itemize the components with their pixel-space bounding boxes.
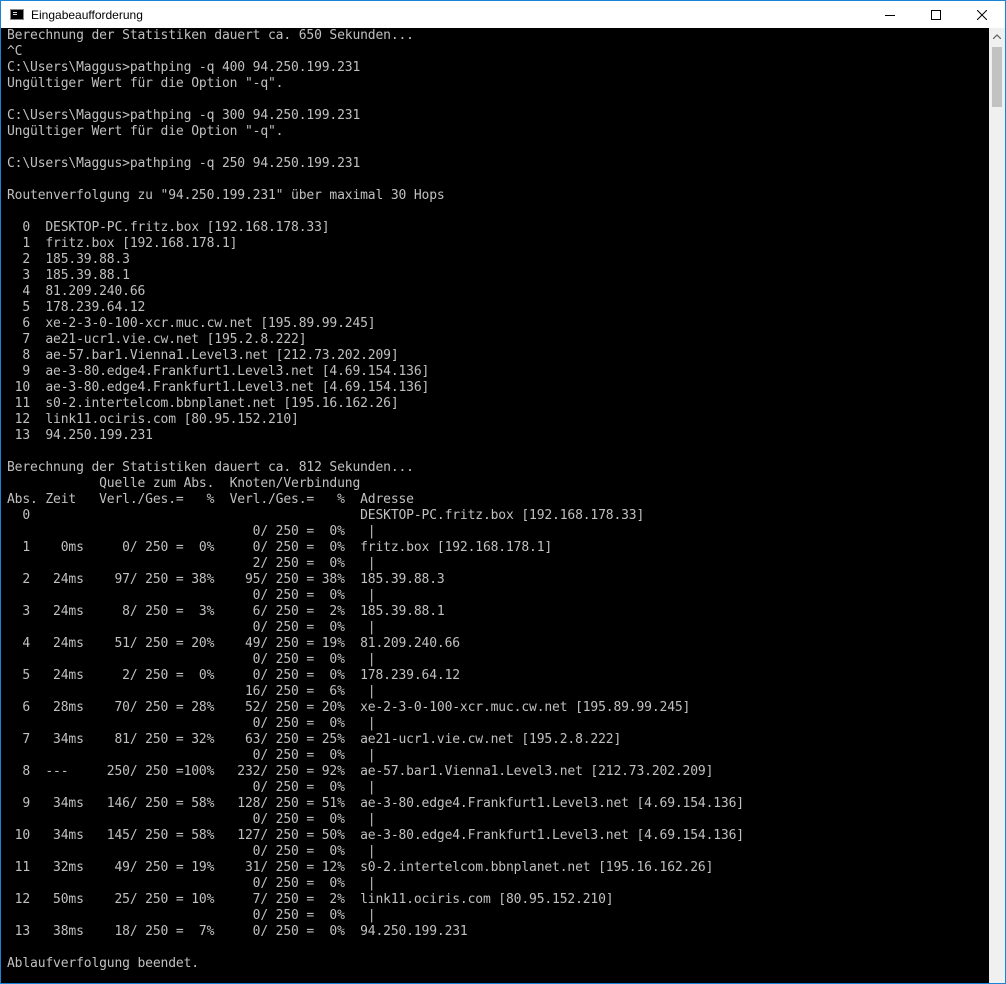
console-line: Ungültiger Wert für die Option "-q". xyxy=(7,124,284,139)
console-line: 5 24ms 2/ 250 = 0% 0/ 250 = 0% 178.239.6… xyxy=(7,668,460,683)
console-line: 11 s0-2.intertelcom.bbnplanet.net [195.1… xyxy=(7,396,399,411)
console-line: ^C xyxy=(7,44,23,59)
maximize-icon xyxy=(931,9,941,20)
window-title: Eingabeaufforderung xyxy=(31,7,143,22)
console-output[interactable]: Berechnung der Statistiken dauert ca. 65… xyxy=(1,28,989,983)
console-line: 0/ 250 = 0% | xyxy=(7,716,376,731)
close-icon xyxy=(977,9,987,20)
console-line: C:\Users\Maggus>pathping -q 250 94.250.1… xyxy=(7,156,361,171)
maximize-button[interactable] xyxy=(913,1,959,28)
console-line: 2 185.39.88.3 xyxy=(7,252,130,267)
console-line: 9 ae-3-80.edge4.Frankfurt1.Level3.net [4… xyxy=(7,364,430,379)
console-line: Quelle zum Abs. Knoten/Verbindung xyxy=(7,476,361,491)
console-line: 12 link11.ociris.com [80.95.152.210] xyxy=(7,412,299,427)
console-line: Ungültiger Wert für die Option "-q". xyxy=(7,76,284,91)
console-line: 6 xe-2-3-0-100-xcr.muc.cw.net [195.89.99… xyxy=(7,316,376,331)
console-line: 6 28ms 70/ 250 = 28% 52/ 250 = 20% xe-2-… xyxy=(7,700,691,715)
console-line: 0/ 250 = 0% | xyxy=(7,908,376,923)
console-line: Berechnung der Statistiken dauert ca. 81… xyxy=(7,460,414,475)
console-line: 5 178.239.64.12 xyxy=(7,300,146,315)
console-line: 13 38ms 18/ 250 = 7% 0/ 250 = 0% 94.250.… xyxy=(7,924,468,939)
console-line: 0/ 250 = 0% | xyxy=(7,588,376,603)
console-line: 0/ 250 = 0% | xyxy=(7,748,376,763)
console-line: 0/ 250 = 0% | xyxy=(7,652,376,667)
console-line: 1 fritz.box [192.168.178.1] xyxy=(7,236,238,251)
console-line: C:\Users\Maggus>pathping -q 400 94.250.1… xyxy=(7,60,361,75)
console-line: 7 34ms 81/ 250 = 32% 63/ 250 = 25% ae21-… xyxy=(7,732,622,747)
console-line: 4 81.209.240.66 xyxy=(7,284,146,299)
console-line: Berechnung der Statistiken dauert ca. 65… xyxy=(7,28,414,43)
title-bar[interactable]: Eingabeaufforderung xyxy=(1,1,1005,28)
vertical-scrollbar[interactable] xyxy=(989,28,1005,983)
console-line: Ablaufverfolgung beendet. xyxy=(7,956,199,971)
console-line: 13 94.250.199.231 xyxy=(7,428,153,443)
console-line: 0 DESKTOP-PC.fritz.box [192.168.178.33] xyxy=(7,508,645,523)
console-line: 0/ 250 = 0% | xyxy=(7,524,376,539)
console-line: 8 ae-57.bar1.Vienna1.Level3.net [212.73.… xyxy=(7,348,399,363)
console-line: 2/ 250 = 0% | xyxy=(7,556,376,571)
console-line: Abs. Zeit Verl./Ges.= % Verl./Ges.= % Ad… xyxy=(7,492,414,507)
console-line: 0/ 250 = 0% | xyxy=(7,844,376,859)
command-prompt-window: Eingabeaufforderung Berechnung der Stati… xyxy=(0,0,1006,984)
console-line: 3 24ms 8/ 250 = 3% 6/ 250 = 2% 185.39.88… xyxy=(7,604,445,619)
close-button[interactable] xyxy=(959,1,1005,28)
console-line: 4 24ms 51/ 250 = 20% 49/ 250 = 19% 81.20… xyxy=(7,636,460,651)
console-line: 3 185.39.88.1 xyxy=(7,268,130,283)
console-line: 2 24ms 97/ 250 = 38% 95/ 250 = 38% 185.3… xyxy=(7,572,445,587)
cmd-icon xyxy=(10,9,24,20)
console-line: 8 --- 250/ 250 =100% 232/ 250 = 92% ae-5… xyxy=(7,764,714,779)
scroll-thumb[interactable] xyxy=(992,47,1002,107)
console-line: 11 32ms 49/ 250 = 19% 31/ 250 = 12% s0-2… xyxy=(7,860,714,875)
chevron-up-icon xyxy=(993,34,1001,39)
console-line: 1 0ms 0/ 250 = 0% 0/ 250 = 0% fritz.box … xyxy=(7,540,553,555)
console-line: 0/ 250 = 0% | xyxy=(7,620,376,635)
console-line: Routenverfolgung zu "94.250.199.231" übe… xyxy=(7,188,445,203)
scroll-up-button[interactable] xyxy=(989,28,1005,45)
console-lines: Berechnung der Statistiken dauert ca. 65… xyxy=(7,28,744,972)
console-line: C:\Users\Maggus>pathping -q 300 94.250.1… xyxy=(7,108,361,123)
console-line: 10 34ms 145/ 250 = 58% 127/ 250 = 50% ae… xyxy=(7,828,744,843)
console-line: 16/ 250 = 6% | xyxy=(7,684,376,699)
console-line: 9 34ms 146/ 250 = 58% 128/ 250 = 51% ae-… xyxy=(7,796,744,811)
console-line: 0/ 250 = 0% | xyxy=(7,780,376,795)
minimize-icon xyxy=(885,14,895,16)
console-line: 0/ 250 = 0% | xyxy=(7,876,376,891)
console-line: 10 ae-3-80.edge4.Frankfurt1.Level3.net [… xyxy=(7,380,430,395)
console-line: 7 ae21-ucr1.vie.cw.net [195.2.8.222] xyxy=(7,332,307,347)
console-line: 12 50ms 25/ 250 = 10% 7/ 250 = 2% link11… xyxy=(7,892,614,907)
console-line: 0/ 250 = 0% | xyxy=(7,812,376,827)
console-line: 0 DESKTOP-PC.fritz.box [192.168.178.33] xyxy=(7,220,330,235)
minimize-button[interactable] xyxy=(867,1,913,28)
